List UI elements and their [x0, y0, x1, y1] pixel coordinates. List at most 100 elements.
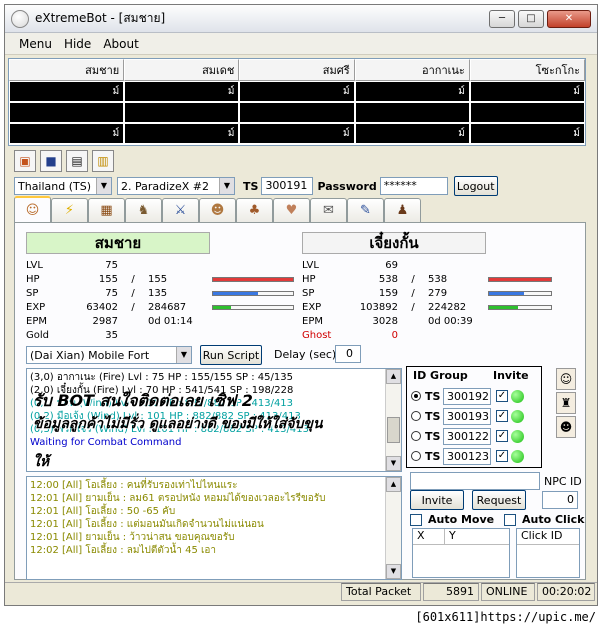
invite-checkbox[interactable]: ✓ [496, 390, 508, 402]
tab-tools[interactable]: ✎ [347, 198, 384, 222]
chevron-down-icon[interactable]: ▼ [96, 178, 111, 194]
scroll-up-icon[interactable]: ▲ [386, 369, 401, 384]
column-click-id[interactable]: Click ID [517, 529, 579, 545]
radio-button[interactable] [411, 431, 421, 441]
ts-id-field[interactable]: 300122 [443, 427, 491, 445]
total-packet-value: 5891 [423, 583, 479, 601]
chevron-down-icon[interactable]: ▼ [219, 178, 234, 194]
tab-character[interactable]: ☺ [14, 196, 51, 222]
tab-battle[interactable]: ⚔ [162, 198, 199, 222]
table-row[interactable]: ม์ ม์ ม์ ม์ ม์ [9, 123, 586, 144]
region-select[interactable]: Thailand (TS) ▼ [14, 177, 112, 195]
list-item: 12:02 [All] โอเลี้ยง : ลมไปตีตัวน้ำ 45 เ… [30, 545, 217, 556]
tab-skill[interactable]: ⚡ [51, 198, 88, 222]
grid-cell: ม์ [124, 123, 240, 144]
stat-label: LVL [26, 259, 43, 271]
battle-log-scrollbar[interactable]: ▲ ▼ [385, 369, 401, 471]
ts-id-field[interactable]: 300123 [443, 447, 491, 465]
ts-label: TS [243, 179, 259, 193]
tab-party[interactable]: ☻ [199, 198, 236, 222]
tab-walk[interactable]: ♟ [384, 198, 421, 222]
tab-pet[interactable]: ♞ [125, 198, 162, 222]
stat-label: Gold [26, 329, 49, 341]
grid-header-cell[interactable]: สมชาย [9, 59, 125, 81]
ts-id-field[interactable]: 300193 [443, 407, 491, 425]
server-value: 2. ParadizeX #2 [121, 179, 209, 193]
radio-button[interactable] [411, 411, 421, 421]
logout-button[interactable]: Logout [453, 176, 498, 196]
invite-button[interactable]: Invite [410, 490, 464, 510]
table-row[interactable]: ม์ ม์ ม์ ม์ ม์ [9, 81, 586, 102]
grid-header-cell[interactable]: อากาเนะ [354, 59, 470, 81]
tab-mail[interactable]: ✉ [310, 198, 347, 222]
open-icon[interactable]: ▣ [14, 150, 36, 172]
menu-hide[interactable]: Hide [58, 37, 97, 51]
grid-header-cell[interactable]: โซะกโกะ [469, 59, 586, 81]
battle-log[interactable]: (3,0) อากาเนะ (Fire) Lvl : 75 HP : 155/1… [26, 368, 402, 472]
column-x[interactable]: X [413, 529, 445, 544]
scroll-down-icon[interactable]: ▼ [386, 456, 401, 471]
invite-checkbox[interactable]: ✓ [496, 430, 508, 442]
player-sp: 75 [105, 287, 118, 299]
radio-button[interactable] [411, 451, 421, 461]
chat-icon[interactable]: ▥ [92, 150, 114, 172]
character-icon[interactable]: ☺ [556, 368, 576, 390]
id-group-row[interactable]: TS 300122 ✓ [411, 427, 524, 445]
grid-header-cell[interactable]: สมเดช [124, 59, 240, 81]
tab-strip: ☺ ⚡ ▦ ♞ ⚔ ☻ ♣ ♥ ✉ ✎ ♟ [14, 196, 421, 222]
scroll-thumb[interactable] [387, 417, 400, 443]
scroll-down-icon[interactable]: ▼ [386, 564, 401, 579]
computer-icon[interactable]: ▤ [66, 150, 88, 172]
chat-log[interactable]: 12:00 [All] โอเลี้ยง : คนที่รับรองเท่าไป… [26, 476, 402, 580]
image-footer: [601x611]https://upic.me/ [0, 606, 600, 628]
pet-name: เจี๋ยงกั้น [302, 232, 486, 254]
stat-slash: / [131, 287, 135, 299]
auto-click-list[interactable]: Click ID [516, 528, 580, 578]
password-field[interactable]: ****** [379, 177, 448, 195]
run-script-button[interactable]: Run Script [200, 345, 262, 365]
invite-checkbox[interactable]: ✓ [496, 450, 508, 462]
npc-id-label: NPC ID [544, 475, 582, 488]
ts-id-field[interactable]: 300192 [443, 387, 491, 405]
maximize-button[interactable]: □ [518, 9, 544, 28]
table-row[interactable] [9, 102, 586, 123]
ts-label: TS [425, 449, 441, 463]
minimize-button[interactable]: ─ [489, 9, 515, 28]
chevron-down-icon[interactable]: ▼ [176, 347, 191, 363]
grid-header-cell[interactable]: สมศรี [239, 59, 355, 81]
id-group-row[interactable]: TS 300192 ✓ [411, 387, 524, 405]
auto-move-list[interactable]: X Y [412, 528, 510, 578]
save-icon[interactable]: ■ [40, 150, 62, 172]
menu-about[interactable]: About [97, 37, 144, 51]
stat-slash: / [411, 301, 415, 313]
ts-field[interactable]: 300191 [261, 177, 314, 195]
tab-team[interactable]: ♣ [236, 198, 273, 222]
column-y[interactable]: Y [445, 529, 456, 544]
menu-menu[interactable]: Menu [13, 37, 58, 51]
chat-log-scrollbar[interactable]: ▲ ▼ [385, 477, 401, 579]
delay-field[interactable]: 0 [335, 345, 361, 363]
map-icon[interactable]: ♜ [556, 392, 576, 414]
server-select[interactable]: 2. ParadizeX #2 ▼ [117, 177, 235, 195]
tab-trade[interactable]: ♥ [273, 198, 310, 222]
pet-epm: 3028 [372, 315, 398, 327]
list-item: 12:01 [All] โอเลี้ยง : แต่มอนมันเกิดจำนว… [30, 519, 264, 530]
radio-button[interactable] [411, 391, 421, 401]
script-select[interactable]: (Dai Xian) Mobile Fort ▼ [26, 346, 192, 364]
stat-slash: / [131, 301, 135, 313]
title-bar[interactable]: eXtremeBot - [สมชาย] ─ □ ✕ [5, 5, 597, 33]
close-button[interactable]: ✕ [547, 9, 591, 28]
auto-click-checkbox[interactable] [504, 514, 516, 526]
tab-item[interactable]: ▦ [88, 198, 125, 222]
id-group-row[interactable]: TS 300193 ✓ [411, 407, 524, 425]
grid-cell: ม์ [469, 123, 586, 144]
auto-move-checkbox[interactable] [410, 514, 422, 526]
id-group-row[interactable]: TS 300123 ✓ [411, 447, 524, 465]
npc-field[interactable] [410, 472, 540, 490]
request-button[interactable]: Request [472, 490, 526, 510]
npc-id-field[interactable]: 0 [542, 491, 578, 509]
invite-checkbox[interactable]: ✓ [496, 410, 508, 422]
list-item: Waiting for Combat Command [30, 437, 182, 448]
scroll-up-icon[interactable]: ▲ [386, 477, 401, 492]
party-icon[interactable]: ☻ [556, 416, 576, 438]
